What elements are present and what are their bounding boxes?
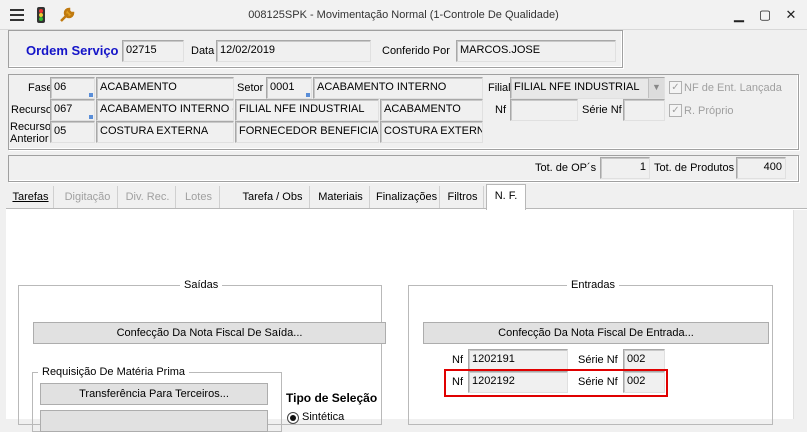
requisicao-second-button[interactable] — [40, 410, 268, 432]
entradas-title: Entradas — [567, 279, 620, 291]
recurso-anterior-label-line1: Recurso — [10, 121, 51, 133]
highlight-box — [444, 369, 668, 397]
tot-prod-label: Tot. de Produtos — [654, 162, 735, 174]
chevron-down-icon[interactable]: ▼ — [648, 78, 664, 98]
tot-prod-field: 400 — [736, 157, 786, 179]
recurso-anterior-label: Recurso Anterior — [10, 121, 51, 145]
serie-nf-label: Série Nf — [582, 104, 622, 116]
traffic-light-icon[interactable] — [32, 6, 50, 24]
fase-label: Fase — [28, 82, 53, 94]
recurso-code-field[interactable]: 067 — [50, 99, 95, 121]
fase-code-field[interactable]: 06 — [50, 77, 95, 99]
tab-div-rec[interactable]: Div. Rec. — [120, 186, 176, 208]
tab-lotes[interactable]: Lotes — [178, 186, 220, 208]
confeccao-entrada-button[interactable]: Confecção Da Nota Fiscal De Entrada... — [423, 322, 769, 344]
minimize-button[interactable]: ▁ — [728, 4, 750, 26]
recurso-ant-fase-field: COSTURA EXTERNA — [380, 121, 483, 143]
recurso-fase-field: ACABAMENTO — [380, 99, 483, 121]
tot-op-label: Tot. de OP´s — [535, 162, 597, 174]
tab-filtros[interactable]: Filtros — [442, 186, 484, 208]
entrada-nf-field[interactable]: 1202191 — [468, 349, 568, 371]
entrada-serie-field[interactable]: 002 — [623, 349, 665, 371]
vertical-scrollbar[interactable] — [793, 210, 807, 419]
filial-label: Filial — [488, 82, 511, 94]
recurso-anterior-label-line2: Anterior — [10, 133, 49, 145]
tab-tarefa-obs[interactable]: Tarefa / Obs — [236, 186, 310, 208]
ordem-servico-label: Ordem Serviço — [26, 43, 119, 58]
data-label: Data — [191, 45, 215, 57]
setor-code-field[interactable]: 0001 — [266, 77, 312, 99]
r-proprio-label: R. Próprio — [684, 105, 734, 117]
tipo-selecao-label: Tipo de Seleção — [286, 391, 378, 405]
recurso-filial-field: FILIAL NFE INDUSTRIAL — [235, 99, 379, 121]
r-proprio-checkbox[interactable]: ✓ — [669, 104, 682, 117]
requisicao-title: Requisição De Matéria Prima — [38, 366, 190, 378]
recurso-ant-code-field[interactable]: 05 — [50, 121, 95, 143]
setor-desc-field: ACABAMENTO INTERNO — [313, 77, 483, 99]
fase-desc-field: ACABAMENTO — [96, 77, 234, 99]
entrada-nf-label: Nf — [452, 354, 463, 366]
nf-ent-checkbox[interactable]: ✓ — [669, 81, 682, 94]
transferencia-button[interactable]: Transferência Para Terceiros... — [40, 383, 268, 405]
close-button[interactable]: ✕ — [780, 4, 802, 26]
recurso-desc-field: ACABAMENTO INTERNO - F — [96, 99, 234, 121]
tab-digitacao[interactable]: Digitação — [58, 186, 118, 208]
tab-materiais[interactable]: Materiais — [312, 186, 370, 208]
data-field[interactable]: 12/02/2019 — [216, 40, 371, 62]
window-title: 008125SPK - Movimentação Normal (1-Contr… — [248, 9, 559, 21]
sintetica-label: Sintética — [302, 411, 345, 423]
serie-nf-field[interactable] — [623, 99, 665, 121]
maximize-button[interactable]: ▢ — [754, 4, 776, 26]
sintetica-radio[interactable] — [287, 412, 299, 424]
nf-field[interactable] — [510, 99, 578, 121]
filial-select[interactable]: FILIAL NFE INDUSTRIAL ▼ — [510, 77, 665, 99]
nf-ent-label: NF de Ent. Lançada — [684, 82, 782, 94]
setor-label: Setor — [237, 82, 264, 94]
tot-op-field: 1 — [600, 157, 650, 179]
ordem-servico-field[interactable]: 02715 — [122, 40, 184, 62]
window-menu-icon[interactable] — [8, 6, 26, 24]
title-bar: 008125SPK - Movimentação Normal (1-Contr… — [0, 0, 807, 30]
recurso-ant-forn-field: FORNECEDOR BENEFICIADC — [235, 121, 379, 143]
tab-finalizacoes[interactable]: Finalizações — [372, 186, 440, 208]
saidas-title: Saídas — [180, 279, 223, 291]
wrench-icon[interactable] — [58, 6, 76, 24]
tab-tarefas[interactable]: Tarefas — [8, 186, 54, 208]
recurso-ant-desc-field: COSTURA EXTERNA — [96, 121, 234, 143]
recurso-label: Recurso — [11, 104, 52, 116]
confeccao-saida-button[interactable]: Confecção Da Nota Fiscal De Saída... — [33, 322, 386, 344]
conferido-label: Conferido Por — [382, 45, 450, 57]
nf-label: Nf — [495, 104, 506, 116]
entrada-serie-label: Série Nf — [578, 354, 618, 366]
tab-nf[interactable]: N. F. — [486, 184, 526, 210]
conferido-field[interactable]: MARCOS.JOSE — [456, 40, 616, 62]
